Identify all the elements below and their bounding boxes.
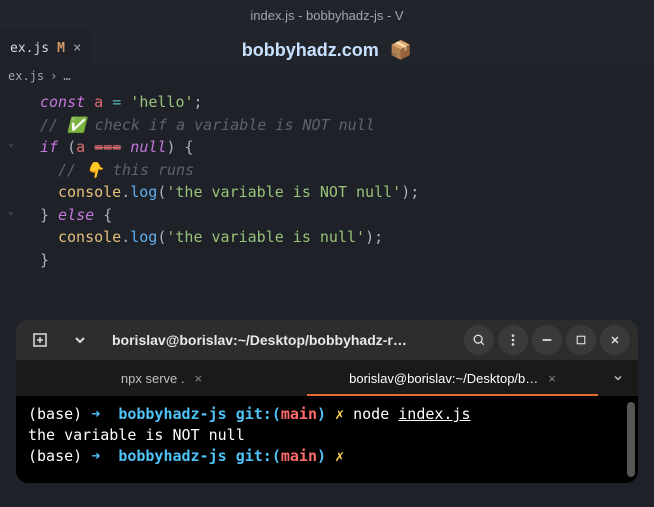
terminal-window: borislav@borislav:~/Desktop/bobbyhadz-r…… — [16, 320, 638, 483]
search-icon — [472, 333, 486, 347]
code-line: ⌄if (a === null) { — [0, 136, 654, 159]
modified-indicator: M — [57, 41, 65, 56]
close-icon[interactable]: × — [195, 371, 203, 386]
plus-box-icon — [32, 332, 48, 348]
menu-button[interactable] — [498, 325, 528, 355]
breadcrumb-file: ex.js — [8, 69, 44, 83]
terminal-tab-label: npx serve . — [121, 371, 185, 386]
scrollbar[interactable] — [627, 402, 635, 477]
chevron-down-icon — [72, 332, 88, 348]
code-line: } — [0, 249, 654, 272]
breadcrumb[interactable]: ex.js › … — [0, 65, 654, 87]
watermark: bobbyhadz.com 📦 — [242, 40, 412, 61]
close-icon[interactable]: × — [73, 40, 81, 56]
terminal-output[interactable]: (base) ➜ bobbyhadz-js git:(main) ✗ node … — [16, 396, 638, 483]
minimize-button[interactable] — [532, 325, 562, 355]
terminal-line: the variable is NOT null — [28, 425, 626, 446]
terminal-tab-serve[interactable]: npx serve . × — [16, 360, 307, 396]
package-icon: 📦 — [390, 40, 412, 60]
terminal-tab-label: borislav@borislav:~/Desktop/b… — [349, 371, 538, 386]
terminal-tabs: npx serve . × borislav@borislav:~/Deskto… — [16, 360, 638, 396]
terminal-tab-dropdown[interactable] — [598, 372, 638, 384]
new-tab-button[interactable] — [24, 324, 56, 356]
code-editor[interactable]: const a = 'hello'; // ✅ check if a varia… — [0, 87, 654, 281]
close-icon — [609, 334, 621, 346]
watermark-text: bobbyhadz.com — [242, 40, 379, 60]
kebab-icon — [506, 333, 520, 347]
code-line: ⌄} else { — [0, 204, 654, 227]
chevron-right-icon: › — [50, 69, 57, 83]
terminal-titlebar: borislav@borislav:~/Desktop/bobbyhadz-r… — [16, 320, 638, 360]
maximize-icon — [575, 334, 587, 346]
maximize-button[interactable] — [566, 325, 596, 355]
chevron-down-icon — [612, 372, 624, 384]
terminal-tab-shell[interactable]: borislav@borislav:~/Desktop/b… × — [307, 360, 598, 396]
dropdown-button[interactable] — [64, 324, 96, 356]
window-title: index.js - bobbyhadz-js - V — [250, 8, 403, 23]
close-icon[interactable]: × — [548, 371, 556, 386]
tab-label: ex.js — [10, 41, 49, 56]
search-button[interactable] — [464, 325, 494, 355]
breadcrumb-more: … — [63, 69, 70, 83]
fold-icon[interactable]: ⌄ — [8, 136, 22, 159]
close-button[interactable] — [600, 325, 630, 355]
code-line: const a = 'hello'; — [0, 91, 654, 114]
code-line: // ✅ check if a variable is NOT null — [0, 114, 654, 137]
tab-index-js[interactable]: ex.js M × — [0, 30, 91, 65]
code-line: // 👇 this runs — [0, 159, 654, 182]
terminal-line: (base) ➜ bobbyhadz-js git:(main) ✗ node … — [28, 404, 626, 425]
code-line: console.log('the variable is null'); — [0, 226, 654, 249]
terminal-line: (base) ➜ bobbyhadz-js git:(main) ✗ — [28, 446, 626, 467]
code-line: console.log('the variable is NOT null'); — [0, 181, 654, 204]
terminal-title: borislav@borislav:~/Desktop/bobbyhadz-r… — [104, 332, 456, 348]
fold-icon[interactable]: ⌄ — [8, 204, 22, 227]
window-titlebar: index.js - bobbyhadz-js - V — [0, 0, 654, 30]
minimize-icon — [540, 333, 554, 347]
